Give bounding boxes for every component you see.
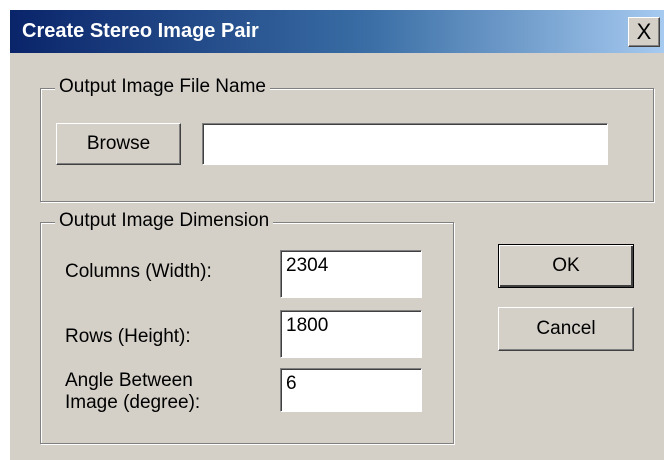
columns-input[interactable]: 2304 [280,250,422,298]
close-icon: X [636,19,652,44]
browse-button[interactable]: Browse [56,123,181,165]
ok-button-label: OK [552,255,580,276]
angle-input[interactable]: 6 [280,368,422,412]
dialog-window: Create Stereo Image Pair X Output Image … [10,10,664,460]
rows-label: Rows (Height): [65,326,191,347]
output-file-legend: Output Image File Name [55,76,270,98]
columns-label: Columns (Width): [65,261,212,282]
angle-label-line1: Angle Between [65,370,193,391]
dimension-legend: Output Image Dimension [55,210,274,232]
title-bar[interactable]: Create Stereo Image Pair X [10,10,664,53]
dialog-title: Create Stereo Image Pair [22,20,259,42]
browse-button-label: Browse [86,133,151,154]
ok-button[interactable]: OK [498,244,634,288]
cancel-button-label: Cancel [536,318,596,339]
close-button[interactable]: X [628,17,660,47]
angle-label-line2: Image (degree): [65,392,201,413]
file-name-input[interactable] [202,123,608,165]
rows-input[interactable]: 1800 [280,310,422,358]
cancel-button[interactable]: Cancel [498,307,634,351]
